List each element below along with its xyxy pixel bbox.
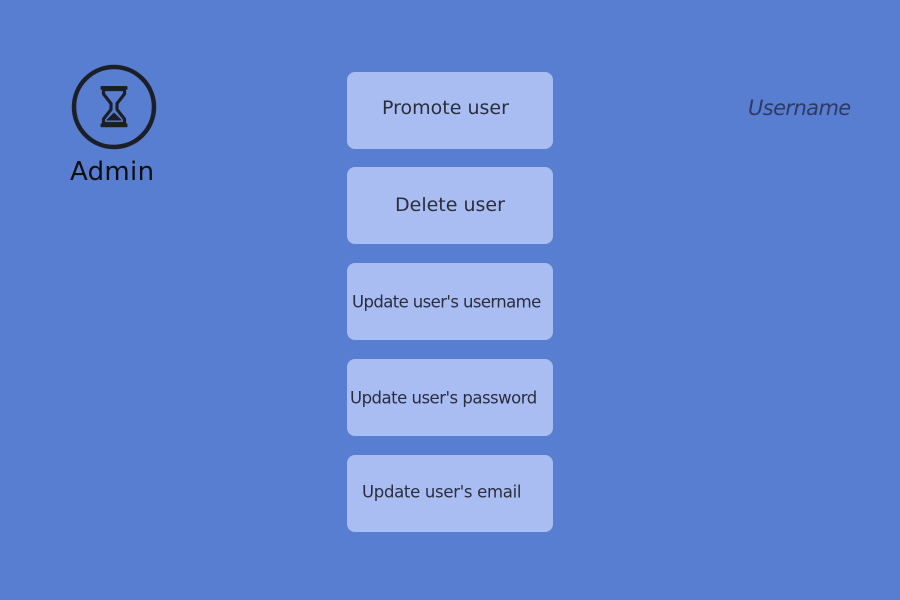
update-password-button[interactable]: Update user's password	[347, 359, 553, 436]
update-username-label: Update user's username	[352, 292, 541, 311]
promote-user-label: Promote user	[382, 97, 509, 120]
update-username-button[interactable]: Update user's username	[347, 263, 553, 340]
username-label: Username	[748, 96, 851, 120]
admin-logo	[71, 64, 157, 150]
update-email-button[interactable]: Update user's email	[347, 455, 553, 532]
update-email-label: Update user's email	[362, 482, 522, 502]
update-password-label: Update user's password	[350, 388, 537, 408]
delete-user-label: Delete user	[395, 193, 505, 216]
hourglass-icon	[71, 64, 157, 150]
delete-user-button[interactable]: Delete user	[347, 167, 553, 244]
promote-user-button[interactable]: Promote user	[347, 72, 553, 149]
admin-role-label: Admin	[70, 157, 155, 187]
